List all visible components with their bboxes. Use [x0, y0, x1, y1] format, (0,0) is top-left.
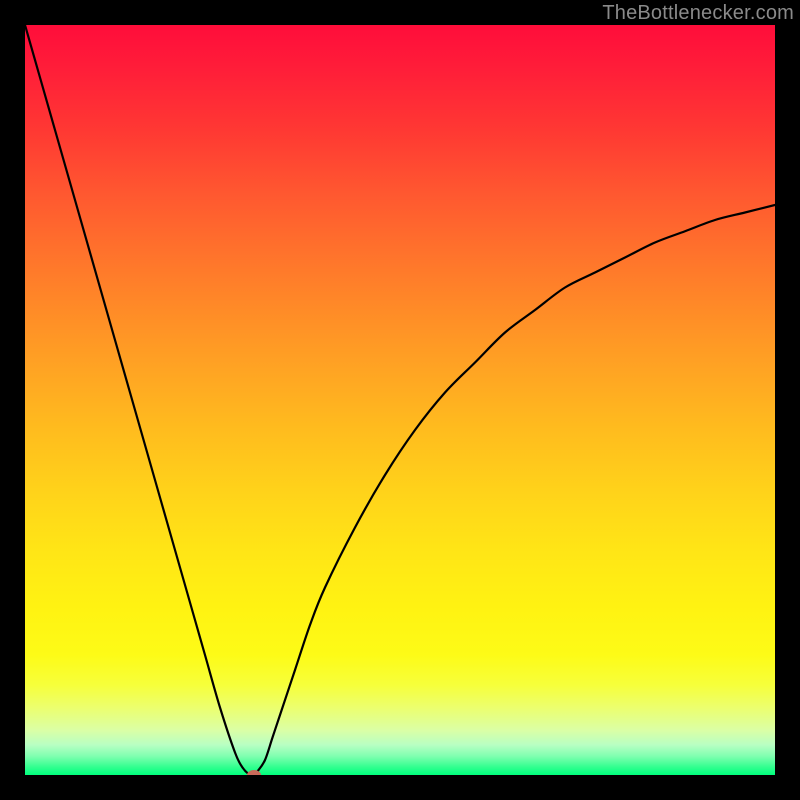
chart-frame: TheBottlenecker.com: [0, 0, 800, 800]
plot-area: [25, 25, 775, 775]
bottleneck-curve: [25, 25, 775, 775]
watermark-label: TheBottlenecker.com: [602, 2, 794, 25]
optimum-marker: [247, 770, 261, 775]
